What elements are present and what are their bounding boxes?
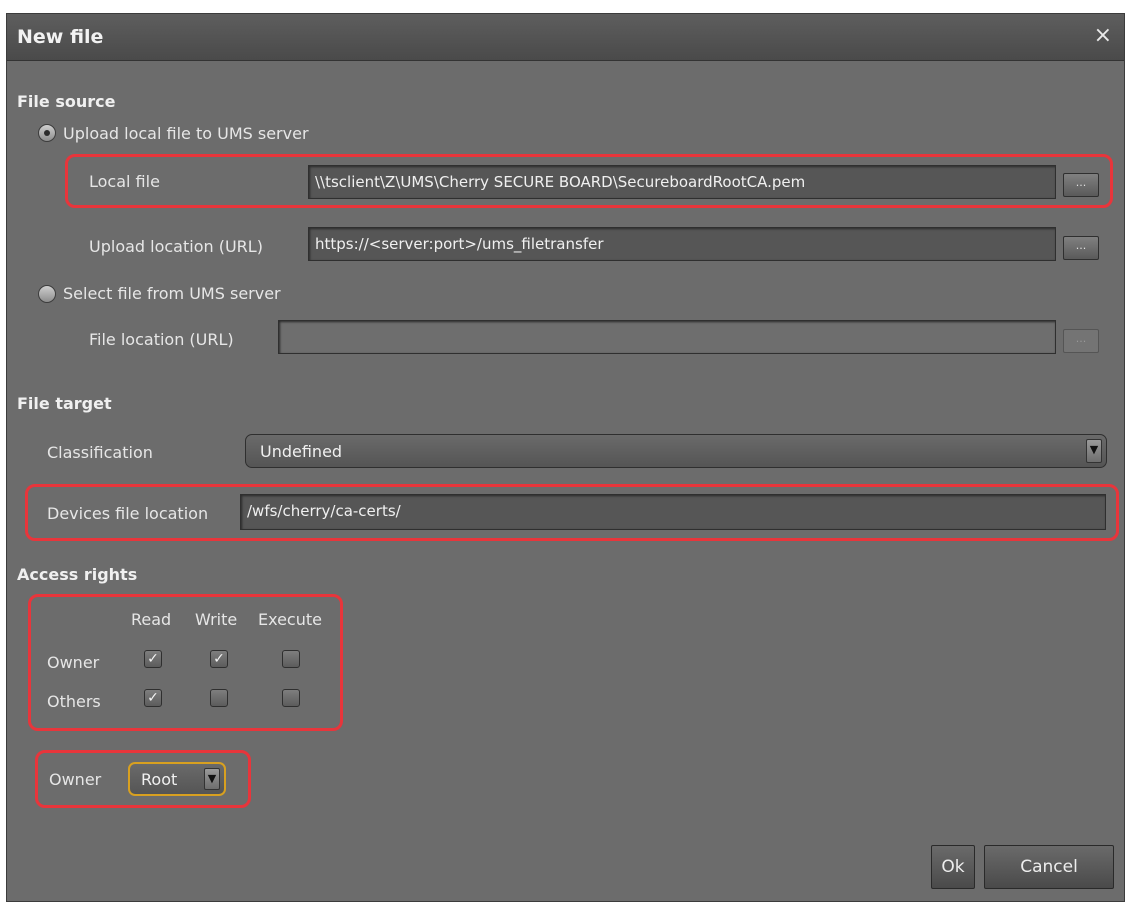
close-icon[interactable]: ×	[1094, 23, 1112, 48]
chevron-down-icon: ▼	[1086, 439, 1102, 463]
file-source-heading: File source	[17, 92, 116, 111]
cancel-button[interactable]: Cancel	[984, 845, 1114, 889]
select-from-server-label: Select file from UMS server	[63, 284, 281, 303]
others-execute-checkbox[interactable]	[282, 689, 300, 707]
ok-button[interactable]: Ok	[931, 845, 975, 889]
others-write-checkbox[interactable]	[210, 689, 228, 707]
column-execute: Execute	[258, 610, 322, 629]
owner-select[interactable]: Root ▼	[128, 762, 226, 796]
new-file-dialog: New file × File source Upload local file…	[6, 13, 1125, 902]
file-target-heading: File target	[17, 394, 112, 413]
access-rights-heading: Access rights	[17, 565, 138, 584]
chevron-down-icon: ▼	[204, 768, 220, 790]
upload-local-radio[interactable]	[38, 124, 56, 142]
dialog-title: New file	[17, 26, 104, 48]
devices-location-field[interactable]: /wfs/cherry/ca-certs/	[240, 494, 1106, 530]
local-file-browse-button[interactable]: ...	[1063, 173, 1099, 197]
title-bar: New file ×	[7, 14, 1124, 61]
upload-location-field[interactable]: https://<server:port>/ums_filetransfer	[308, 227, 1056, 261]
local-file-field[interactable]: \\tsclient\Z\UMS\Cherry SECURE BOARD\Sec…	[308, 165, 1056, 199]
upload-local-label: Upload local file to UMS server	[63, 124, 309, 143]
owner-execute-checkbox[interactable]	[282, 650, 300, 668]
classification-label: Classification	[47, 443, 153, 462]
column-write: Write	[195, 610, 238, 629]
row-owner-label: Owner	[47, 653, 100, 672]
owner-read-checkbox[interactable]: ✓	[144, 650, 162, 668]
upload-location-browse-button[interactable]: ...	[1063, 236, 1099, 260]
file-location-browse-button[interactable]: ...	[1063, 329, 1099, 353]
column-read: Read	[131, 610, 172, 629]
classification-value: Undefined	[260, 442, 343, 461]
file-location-label: File location (URL)	[89, 330, 234, 349]
file-location-field[interactable]	[278, 320, 1056, 354]
classification-select[interactable]: Undefined ▼	[245, 434, 1107, 468]
local-file-label: Local file	[89, 172, 160, 191]
owner-write-checkbox[interactable]: ✓	[210, 650, 228, 668]
owner-select-value: Root	[141, 770, 178, 789]
select-from-server-radio[interactable]	[38, 285, 56, 303]
row-others-label: Others	[47, 692, 101, 711]
devices-location-label: Devices file location	[47, 504, 209, 523]
others-read-checkbox[interactable]: ✓	[144, 689, 162, 707]
radio-selected-dot	[44, 130, 50, 136]
upload-location-label: Upload location (URL)	[89, 237, 263, 256]
owner-select-label: Owner	[49, 770, 102, 789]
